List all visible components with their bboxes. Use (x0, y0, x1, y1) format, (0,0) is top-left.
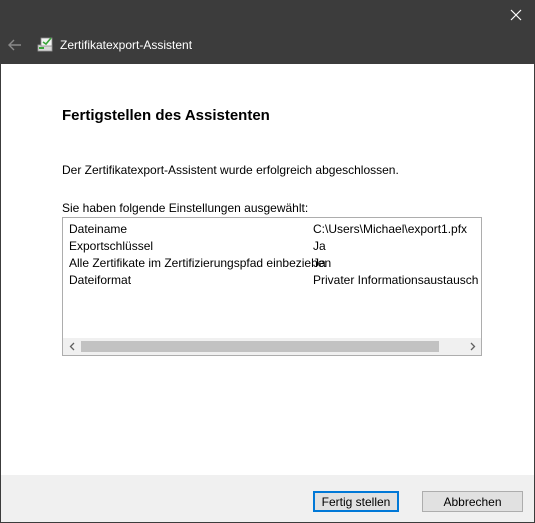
list-item[interactable]: Dateiformat Privater Informationsaustaus… (63, 272, 481, 289)
horizontal-scrollbar[interactable] (63, 338, 481, 355)
setting-name: Exportschlüssel (69, 239, 154, 253)
setting-value: Privater Informationsaustausch (*. (313, 273, 482, 287)
scroll-left-button[interactable] (63, 338, 80, 355)
scroll-right-button[interactable] (464, 338, 481, 355)
settings-label: Sie haben folgende Einstellungen ausgewä… (62, 201, 309, 215)
close-button[interactable] (497, 0, 535, 30)
wizard-content: Fertigstellen des Assistenten Der Zertif… (1, 64, 534, 475)
setting-name: Alle Zertifikate im Zertifizierungspfad … (69, 256, 332, 270)
settings-list[interactable]: Dateiname C:\Users\Michael\export1.pfx E… (62, 217, 482, 356)
setting-name: Dateiformat (69, 273, 132, 287)
setting-value: C:\Users\Michael\export1.pfx (313, 222, 468, 236)
setting-value: Ja (313, 239, 326, 253)
back-arrow-icon (8, 39, 21, 51)
certificate-wizard-icon (37, 37, 53, 52)
success-message: Der Zertifikatexport-Assistent wurde erf… (62, 163, 399, 177)
finish-button[interactable]: Fertig stellen (313, 491, 399, 512)
chevron-right-icon (470, 342, 475, 351)
settings-rows: Dateiname C:\Users\Michael\export1.pfx E… (63, 221, 481, 289)
setting-value: Ja (313, 256, 326, 270)
back-button[interactable] (6, 36, 24, 54)
list-item[interactable]: Dateiname C:\Users\Michael\export1.pfx (63, 221, 481, 238)
title-bar: Zertifikatexport-Assistent (0, 0, 535, 64)
cancel-button[interactable]: Abbrechen (422, 491, 523, 512)
list-item[interactable]: Alle Zertifikate im Zertifizierungspfad … (63, 255, 481, 272)
setting-name: Dateiname (69, 222, 128, 236)
window-title: Zertifikatexport-Assistent (60, 38, 193, 52)
chevron-left-icon (69, 342, 74, 351)
button-bar: Fertig stellen Abbrechen (1, 475, 534, 522)
scrollbar-thumb[interactable] (81, 341, 439, 352)
wizard-window: Zertifikatexport-Assistent Fertigstellen… (0, 0, 535, 523)
list-item[interactable]: Exportschlüssel Ja (63, 238, 481, 255)
close-icon (510, 9, 522, 21)
page-title: Fertigstellen des Assistenten (62, 107, 270, 124)
